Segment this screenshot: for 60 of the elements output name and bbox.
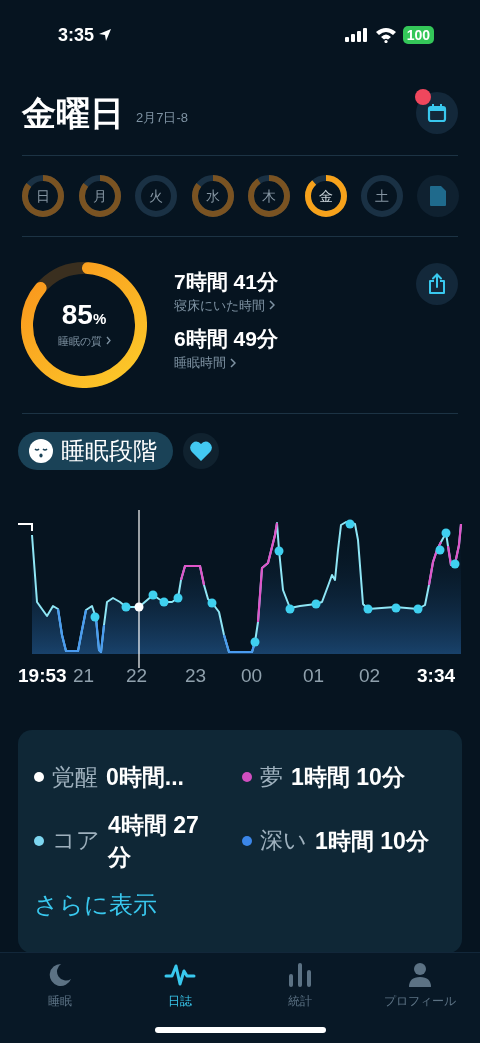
day-ring[interactable]: 月 [77, 174, 122, 218]
duration-link[interactable]: 寝床にいた時間 [174, 295, 275, 315]
time-axis-label: 02 [359, 664, 381, 688]
status-time: 3:35 [58, 23, 95, 47]
chevron-right-icon [105, 336, 111, 346]
stage-name: 覚醒 [52, 763, 98, 792]
chevron-right-icon [269, 300, 275, 311]
calendar-icon [427, 102, 447, 123]
time-axis-label: 00 [241, 664, 263, 688]
percent-sign: % [92, 310, 107, 329]
heart-icon [190, 441, 212, 461]
report-button[interactable] [416, 175, 459, 217]
time-axis-label: 19:53 [18, 664, 67, 688]
time-axis-label: 21 [73, 664, 95, 688]
day-ring[interactable]: 土 [360, 174, 405, 218]
duration-link[interactable]: 睡眠時間 [174, 353, 236, 373]
sleep-stages-tab[interactable]: 睡眠段階 [18, 432, 173, 470]
time-axis-label: 01 [303, 664, 325, 688]
bar-chart-icon [287, 962, 313, 988]
time-axis-label: 23 [185, 664, 207, 688]
day-ring[interactable]: 水 [190, 174, 235, 218]
document-icon [428, 185, 447, 207]
location-arrow-icon [98, 28, 113, 42]
date-range: 2月7日-8 [136, 109, 189, 127]
stage-name: コア [52, 826, 100, 856]
tab-bar-item[interactable]: 日誌 [120, 953, 240, 1043]
time-axis-label: 3:34 [417, 664, 456, 688]
tab-bar-item[interactable]: プロフィール [360, 953, 480, 1043]
favorite-button[interactable] [183, 433, 219, 469]
stage-duration: 1時間 10分 [315, 826, 429, 856]
share-button[interactable] [416, 263, 458, 305]
day-ring[interactable]: 火 [134, 174, 179, 218]
time-axis-label: 22 [126, 664, 148, 688]
quality-score: 85 [61, 301, 93, 329]
cursor-dot [134, 602, 144, 612]
chevron-right-icon [230, 357, 236, 368]
stage-name: 夢 [260, 763, 283, 792]
day-ring[interactable]: 日 [21, 174, 65, 218]
stage-duration: 1時間 10分 [291, 763, 405, 793]
day-ring[interactable]: 木 [247, 174, 292, 218]
share-icon [428, 273, 446, 295]
wifi-icon [374, 27, 397, 43]
duration-value: 7時間 41分 [174, 268, 278, 295]
waveform-icon [164, 962, 196, 988]
calendar-button[interactable] [416, 91, 458, 134]
signal-icon [344, 28, 369, 42]
sleeping-face-icon [29, 439, 53, 463]
moon-icon [47, 962, 73, 988]
quality-link[interactable]: 睡眠の質 [57, 332, 111, 349]
tab-bar-item[interactable]: 睡眠 [0, 953, 120, 1043]
tab-bar-item[interactable]: 統計 [240, 953, 360, 1043]
stage-duration: 4時間 27分 [108, 810, 200, 872]
stage-name: 深い [260, 826, 307, 856]
battery-level: 100 [402, 26, 434, 44]
duration-value: 6時間 49分 [174, 326, 278, 352]
person-icon [408, 962, 432, 988]
day-ring[interactable]: 金 [303, 174, 348, 218]
stage-duration: 0時間... [106, 763, 184, 793]
day-title: 金曜日 [22, 95, 124, 130]
show-more-link[interactable]: さらに表示 [34, 886, 157, 923]
